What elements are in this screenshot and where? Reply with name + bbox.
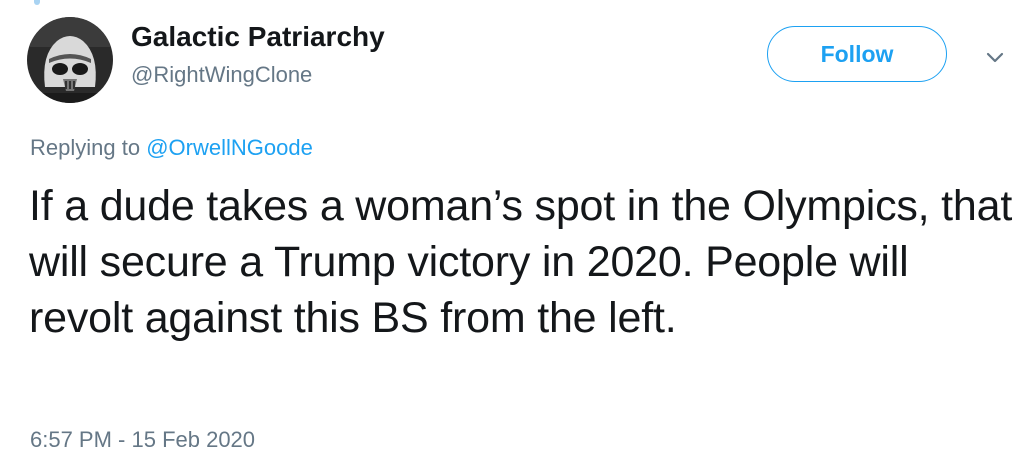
thread-connector	[34, 0, 40, 5]
replying-to-line: Replying to @OrwellNGoode	[30, 133, 313, 163]
replying-to-label: Replying to	[30, 135, 141, 160]
chevron-down-icon[interactable]	[980, 46, 1010, 70]
display-name[interactable]: Galactic Patriarchy	[131, 20, 385, 54]
avatar[interactable]	[27, 17, 113, 103]
user-handle[interactable]: @RightWingClone	[131, 60, 312, 90]
follow-button[interactable]: Follow	[767, 26, 947, 82]
reply-mention-link[interactable]: @OrwellNGoode	[146, 135, 313, 160]
tweet-card: Galactic Patriarchy @RightWingClone Foll…	[0, 0, 1030, 476]
tweet-text: If a dude takes a woman’s spot in the Ol…	[29, 182, 1013, 342]
stormtrooper-helmet-avatar	[27, 17, 113, 103]
tweet-timestamp[interactable]: 6:57 PM - 15 Feb 2020	[30, 425, 255, 455]
